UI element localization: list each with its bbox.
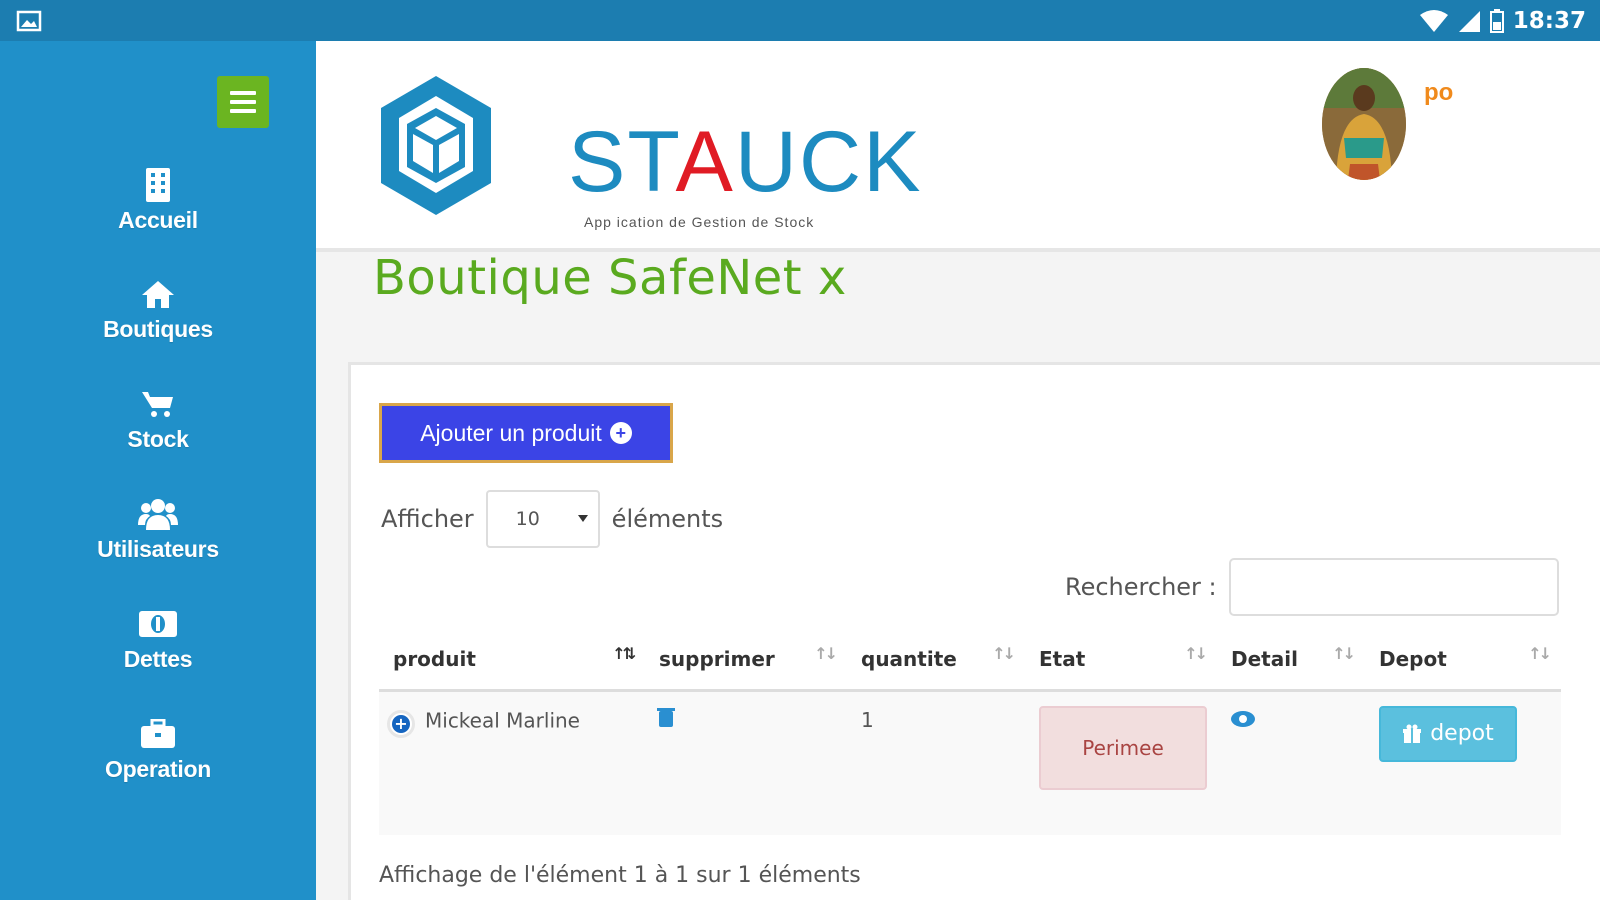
length-control: Afficher 10 éléments <box>381 490 723 548</box>
sort-icon: ↑↓ <box>1332 644 1356 663</box>
sidebar-item-stock[interactable]: Stock <box>0 384 316 474</box>
avatar[interactable] <box>1322 68 1406 180</box>
eye-icon[interactable] <box>1231 710 1255 727</box>
table-header-row: produit ↑⇅ supprimer ↑↓ quantite ↑↓ Etat ↑↓ … <box>379 630 1561 692</box>
products-panel: Ajouter un produit + Afficher 10 élément… <box>348 362 1600 900</box>
header: STAUCK App ication de Gestion de Stock p… <box>316 41 1600 252</box>
sidebar-item-utilisateurs[interactable]: Utilisateurs <box>0 494 316 584</box>
expand-row-icon[interactable] <box>387 709 415 738</box>
gift-icon <box>1403 724 1422 743</box>
logo-tagline: App ication de Gestion de Stock <box>584 214 815 230</box>
cell-supprimer <box>645 690 847 835</box>
depot-button[interactable]: depot <box>1379 705 1517 762</box>
sidebar-item-label: Accueil <box>118 207 198 233</box>
sidebar-item-boutiques[interactable]: Boutiques <box>0 274 316 364</box>
logo-text: STAUCK <box>568 114 923 210</box>
table-row: Mickeal Marline 1 Perimee depot <box>379 690 1561 835</box>
building-icon <box>138 165 178 205</box>
cell-etat: Perimee <box>1025 690 1217 835</box>
cart-icon <box>138 384 178 424</box>
sidebar-item-label: Stock <box>127 426 189 452</box>
table-info: Affichage de l'élément 1 à 1 sur 1 éléme… <box>379 863 861 888</box>
sort-icon: ↑↓ <box>1528 644 1552 663</box>
signal-icon <box>1458 11 1480 32</box>
length-prefix: Afficher <box>381 505 474 533</box>
briefcase-icon <box>138 714 178 754</box>
clock: 18:37 <box>1512 8 1586 34</box>
users-icon <box>138 494 178 534</box>
cell-detail <box>1217 690 1365 835</box>
sidebar-item-dettes[interactable]: Dettes <box>0 604 316 694</box>
logo: STAUCK App ication de Gestion de Stock <box>371 71 920 230</box>
hamburger-icon <box>230 91 256 95</box>
add-product-label: Ajouter un produit <box>420 419 602 446</box>
page-length-select[interactable]: 10 <box>485 490 600 548</box>
add-product-button[interactable]: Ajouter un produit + <box>379 403 673 463</box>
length-suffix: éléments <box>611 505 724 533</box>
plus-circle-icon: + <box>609 422 632 444</box>
column-header-etat[interactable]: Etat ↑↓ <box>1025 630 1217 692</box>
trash-icon[interactable] <box>657 707 675 727</box>
sort-icon: ↑↓ <box>814 644 838 663</box>
status-badge: Perimee <box>1039 705 1207 790</box>
wifi-icon <box>1419 10 1448 32</box>
products-table: produit ↑⇅ supprimer ↑↓ quantite ↑↓ Etat ↑↓ … <box>379 630 1561 835</box>
gallery-icon <box>16 10 42 32</box>
sidebar-item-operation[interactable]: Operation <box>0 714 316 804</box>
status-bar: 18:37 <box>0 0 1600 41</box>
logo-box-icon <box>381 76 491 215</box>
column-header-quantite[interactable]: quantite ↑↓ <box>847 630 1025 692</box>
page-title: Boutique SafeNet x <box>373 250 847 306</box>
cell-depot: depot <box>1365 690 1561 835</box>
cell-produit: Mickeal Marline <box>379 690 645 835</box>
battery-icon <box>1489 9 1504 33</box>
menu-toggle-button[interactable] <box>217 76 269 128</box>
depot-label: depot <box>1430 721 1494 746</box>
sidebar-item-label: Boutiques <box>103 316 213 342</box>
column-header-produit[interactable]: produit ↑⇅ <box>379 630 645 692</box>
sidebar-item-label: Dettes <box>123 646 193 672</box>
caret-down-icon <box>577 515 588 522</box>
search-label: Rechercher : <box>1065 573 1217 601</box>
sidebar-item-label: Utilisateurs <box>97 536 219 562</box>
sort-icon: ↑↓ <box>992 644 1016 663</box>
search-control: Rechercher : <box>1065 558 1559 616</box>
column-header-detail[interactable]: Detail ↑↓ <box>1217 630 1365 692</box>
column-header-supprimer[interactable]: supprimer ↑↓ <box>645 630 847 692</box>
page-length-value: 10 <box>515 508 540 530</box>
money-icon <box>138 604 178 644</box>
sort-asc-icon: ↑⇅ <box>612 644 636 663</box>
column-header-depot[interactable]: Depot ↑↓ <box>1365 630 1561 692</box>
product-name: Mickeal Marline <box>425 708 580 732</box>
sidebar: Accueil Boutiques Stock Utilisateurs Det… <box>0 41 316 900</box>
username[interactable]: po <box>1424 79 1453 107</box>
sort-icon: ↑↓ <box>1184 644 1208 663</box>
home-icon <box>138 274 178 314</box>
search-input[interactable] <box>1228 558 1559 616</box>
cell-quantite: 1 <box>847 690 1025 835</box>
sidebar-item-accueil[interactable]: Accueil <box>0 165 316 255</box>
sidebar-item-label: Operation <box>105 756 211 782</box>
